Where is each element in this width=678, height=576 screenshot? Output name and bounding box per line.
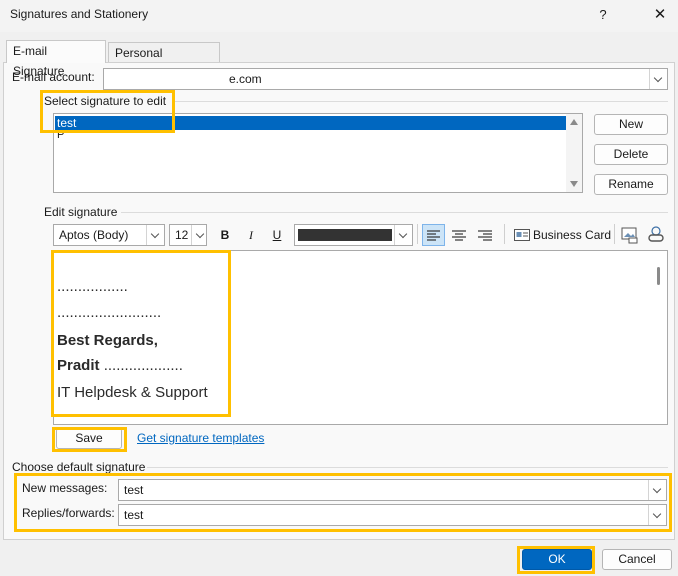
business-card-button[interactable]: Business Card	[511, 224, 611, 246]
underline-button[interactable]: U	[268, 224, 286, 246]
email-account-value: e.com	[229, 72, 262, 86]
signature-line: Best Regards,	[57, 332, 158, 349]
cancel-button[interactable]: Cancel	[602, 549, 672, 570]
font-color-swatch	[298, 229, 392, 241]
email-account-select[interactable]: e.com	[103, 68, 668, 90]
signature-name: Pradit	[57, 357, 100, 374]
business-card-label: Business Card	[533, 228, 612, 242]
scroll-up-icon[interactable]	[570, 119, 578, 125]
select-signature-label: Select signature to edit	[44, 94, 167, 108]
scroll-thumb[interactable]	[657, 267, 660, 285]
signature-line: .........................	[57, 304, 162, 321]
align-right-icon	[478, 230, 492, 241]
font-color-select[interactable]	[294, 224, 413, 246]
list-scrollbar[interactable]	[566, 114, 582, 192]
replies-label: Replies/forwards:	[22, 506, 115, 520]
chevron-down-icon[interactable]	[648, 505, 666, 525]
list-item-test[interactable]: test	[55, 116, 567, 130]
rename-button[interactable]: Rename	[594, 174, 668, 195]
toolbar-separator	[417, 224, 418, 244]
divider	[121, 212, 668, 213]
signature-line: .................	[57, 278, 128, 295]
toolbar-separator	[614, 224, 615, 244]
divider	[175, 101, 668, 102]
delete-button[interactable]: Delete	[594, 144, 668, 165]
signature-line: Pradit ...................	[57, 357, 183, 374]
edit-signature-label: Edit signature	[44, 205, 118, 219]
default-signature-label: Choose default signature	[12, 460, 146, 474]
list-item[interactable]: P	[57, 129, 64, 141]
scroll-down-icon[interactable]	[570, 181, 578, 187]
editor-scrollbar[interactable]	[651, 251, 667, 424]
chevron-down-icon[interactable]	[191, 225, 206, 245]
picture-icon	[621, 227, 638, 244]
chevron-down-icon[interactable]	[146, 225, 164, 245]
insert-picture-button[interactable]	[620, 225, 640, 245]
new-messages-label: New messages:	[22, 481, 108, 495]
chevron-down-icon[interactable]	[649, 69, 667, 89]
align-left-button[interactable]	[422, 224, 445, 246]
chevron-down-icon[interactable]	[648, 480, 666, 500]
align-left-icon	[427, 230, 440, 241]
bold-button[interactable]: B	[216, 224, 234, 246]
font-size-value: 12	[175, 228, 189, 242]
italic-button[interactable]: I	[242, 224, 260, 246]
replies-value: test	[124, 508, 144, 522]
font-select[interactable]: Aptos (Body)	[53, 224, 165, 246]
align-center-button[interactable]	[448, 225, 470, 245]
signature-list[interactable]: test P	[53, 113, 583, 193]
ok-button[interactable]: OK	[522, 549, 592, 570]
toolbar-separator	[504, 224, 505, 244]
signature-line: IT Helpdesk & Support	[57, 384, 208, 401]
help-button[interactable]: ?	[590, 2, 616, 28]
hyperlink-icon	[648, 226, 664, 242]
tab-email-signature[interactable]: E-mail Signature	[6, 40, 106, 78]
signature-dots: ...................	[103, 357, 183, 374]
new-button[interactable]: New	[594, 114, 668, 135]
get-templates-link[interactable]: Get signature templates	[137, 431, 264, 445]
business-card-icon	[514, 229, 530, 241]
replies-select[interactable]: test	[118, 504, 667, 526]
signature-editor[interactable]: ................. ......................…	[53, 250, 668, 425]
save-button[interactable]: Save	[56, 428, 122, 449]
title-bar: Signatures and Stationery ? ✕	[0, 0, 678, 32]
chevron-down-icon[interactable]	[394, 225, 412, 245]
divider	[147, 467, 668, 468]
tab-personal-stationery[interactable]: Personal Stationery	[108, 42, 220, 80]
insert-hyperlink-button[interactable]	[646, 225, 666, 245]
align-right-button[interactable]	[474, 225, 496, 245]
close-button[interactable]: ✕	[646, 2, 674, 28]
new-messages-value: test	[124, 483, 144, 497]
new-messages-select[interactable]: test	[118, 479, 667, 501]
font-size-select[interactable]: 12	[169, 224, 207, 246]
window-title: Signatures and Stationery	[10, 7, 149, 21]
font-value: Aptos (Body)	[59, 228, 129, 242]
align-center-icon	[452, 230, 466, 241]
